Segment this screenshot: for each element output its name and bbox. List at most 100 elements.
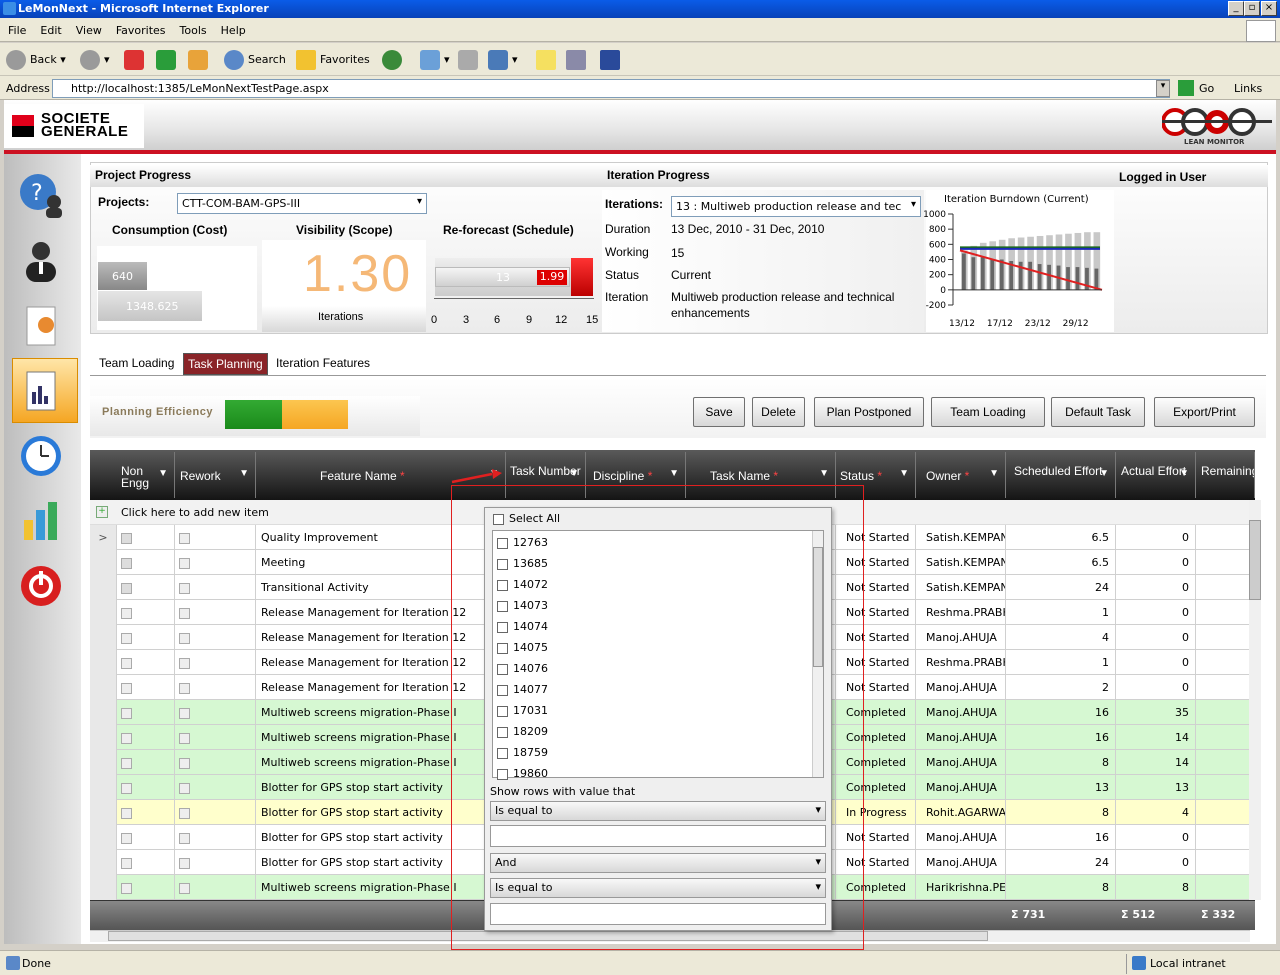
non-engg-cell[interactable] [117,775,175,800]
remaining-effort-cell[interactable] [1196,750,1255,775]
back-button[interactable]: Back ▾ [6,48,66,72]
row-selector[interactable] [90,725,117,750]
rework-cell[interactable] [175,550,256,575]
owner-cell[interactable]: Manoj.AHUJA [916,775,1006,800]
scheduled-effort-cell[interactable]: 8 [1006,750,1116,775]
iterations-select[interactable]: 13 : Multiweb production release and tec [671,196,921,217]
rework-cell[interactable] [175,825,256,850]
actual-effort-cell[interactable]: 13 [1116,775,1196,800]
scheduled-effort-cell[interactable]: 6.5 [1006,550,1116,575]
edit-button[interactable]: ▾ [488,48,518,72]
col-owner[interactable]: Owner * ▼ [916,452,1006,498]
scheduled-effort-cell[interactable]: 2 [1006,675,1116,700]
bar-chart-icon[interactable] [18,498,64,544]
remaining-effort-cell[interactable] [1196,550,1255,575]
owner-cell[interactable]: Manoj.AHUJA [916,750,1006,775]
actual-effort-cell[interactable]: 14 [1116,725,1196,750]
non-engg-cell[interactable] [117,625,175,650]
row-selector[interactable] [90,550,117,575]
actual-effort-cell[interactable]: 0 [1116,675,1196,700]
stop-button[interactable] [124,48,148,72]
owner-cell[interactable]: Satish.KEMPAN [916,550,1006,575]
scheduled-effort-cell[interactable]: 4 [1006,625,1116,650]
favorites-button[interactable]: Favorites [296,48,370,72]
report-document-icon[interactable] [18,303,64,349]
tab-task-planning[interactable]: Task Planning [183,353,268,375]
scheduled-effort-cell[interactable]: 8 [1006,875,1116,900]
row-selector[interactable] [90,800,117,825]
actual-effort-cell[interactable]: 0 [1116,525,1196,550]
rework-cell[interactable] [175,775,256,800]
remaining-effort-cell[interactable] [1196,725,1255,750]
links-button[interactable]: Links [1234,82,1262,95]
owner-cell[interactable]: Manoj.AHUJA [916,725,1006,750]
forward-button[interactable]: ▾ [80,48,110,72]
close-window-button[interactable]: × [1261,1,1277,16]
task-planning-icon[interactable] [18,368,64,414]
owner-cell[interactable]: Manoj.AHUJA [916,850,1006,875]
tab-team-loading[interactable]: Team Loading [95,353,178,375]
remaining-effort-cell[interactable] [1196,675,1255,700]
owner-cell[interactable]: Manoj.AHUJA [916,700,1006,725]
non-engg-cell[interactable] [117,575,175,600]
non-engg-cell[interactable] [117,875,175,900]
remaining-effort-cell[interactable] [1196,850,1255,875]
non-engg-cell[interactable] [117,700,175,725]
scheduled-effort-cell[interactable]: 24 [1006,850,1116,875]
scheduled-effort-cell[interactable]: 16 [1006,725,1116,750]
menu-favorites[interactable]: Favorites [108,18,172,37]
home-button[interactable] [188,48,212,72]
minimize-button[interactable]: _ [1228,1,1244,16]
actual-effort-cell[interactable]: 14 [1116,750,1196,775]
refresh-button[interactable] [156,48,180,72]
col-scheduled-effort[interactable]: Scheduled Effort ▼ [1006,452,1116,498]
non-engg-cell[interactable] [117,675,175,700]
rework-cell[interactable] [175,525,256,550]
save-button[interactable]: Save [693,397,745,427]
rework-cell[interactable] [175,875,256,900]
default-task-button[interactable]: Default Task [1051,397,1145,427]
remaining-effort-cell[interactable] [1196,650,1255,675]
messenger-button[interactable] [600,48,624,72]
remaining-effort-cell[interactable] [1196,525,1255,550]
rework-cell[interactable] [175,625,256,650]
owner-cell[interactable]: Reshma.PRABH [916,650,1006,675]
row-selector[interactable] [90,600,117,625]
clock-icon[interactable] [18,433,64,479]
non-engg-cell[interactable] [117,850,175,875]
non-engg-cell[interactable] [117,750,175,775]
scheduled-effort-cell[interactable]: 24 [1006,575,1116,600]
scheduled-effort-cell[interactable]: 8 [1006,800,1116,825]
rework-cell[interactable] [175,725,256,750]
row-selector[interactable]: > [90,525,117,550]
projects-select[interactable]: CTT-COM-BAM-GPS-III [177,193,427,214]
row-selector[interactable] [90,825,117,850]
rework-cell[interactable] [175,650,256,675]
remaining-effort-cell[interactable] [1196,800,1255,825]
owner-cell[interactable]: Manoj.AHUJA [916,625,1006,650]
non-engg-cell[interactable] [117,650,175,675]
go-arrow-icon[interactable] [1178,80,1194,96]
scheduled-effort-cell[interactable]: 1 [1006,600,1116,625]
owner-cell[interactable]: Manoj.AHUJA [916,675,1006,700]
owner-cell[interactable]: Satish.KEMPAN [916,575,1006,600]
remaining-effort-cell[interactable] [1196,625,1255,650]
plan-postponed-button[interactable]: Plan Postponed [814,397,924,427]
row-selector[interactable] [90,850,117,875]
non-engg-cell[interactable] [117,800,175,825]
actual-effort-cell[interactable]: 0 [1116,550,1196,575]
search-button[interactable]: Search [224,48,286,72]
maximize-button[interactable]: ▫ [1244,1,1260,16]
row-selector[interactable] [90,700,117,725]
power-icon[interactable] [18,563,64,609]
scheduled-effort-cell[interactable]: 16 [1006,700,1116,725]
menu-file[interactable]: File [0,18,32,37]
scheduled-effort-cell[interactable]: 16 [1006,825,1116,850]
print-button[interactable] [458,48,482,72]
menu-tools[interactable]: Tools [172,18,213,37]
col-rework[interactable]: Rework ▼ [176,452,256,498]
rework-cell[interactable] [175,675,256,700]
research-button[interactable] [566,48,590,72]
non-engg-cell[interactable] [117,825,175,850]
non-engg-cell[interactable] [117,550,175,575]
